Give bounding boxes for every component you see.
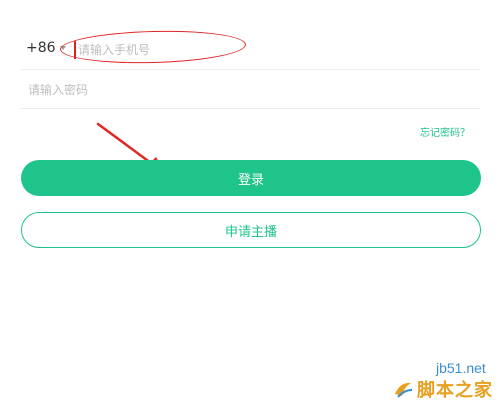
watermark-name: 脚本之家 xyxy=(417,380,493,401)
forgot-password-link[interactable]: 忘记密码？ xyxy=(420,124,470,139)
login-button-label: 登录 xyxy=(237,172,264,188)
watermark-logo-icon xyxy=(395,382,413,398)
apply-host-button-label: 申请主播 xyxy=(224,224,277,240)
watermark-site: jb51.net xyxy=(436,360,486,376)
apply-host-button[interactable]: 申请主播 xyxy=(21,212,481,248)
annotation-arrow xyxy=(96,122,166,174)
login-button[interactable]: 登录 xyxy=(21,160,481,196)
watermark-logo: 脚本之家 xyxy=(392,376,493,402)
